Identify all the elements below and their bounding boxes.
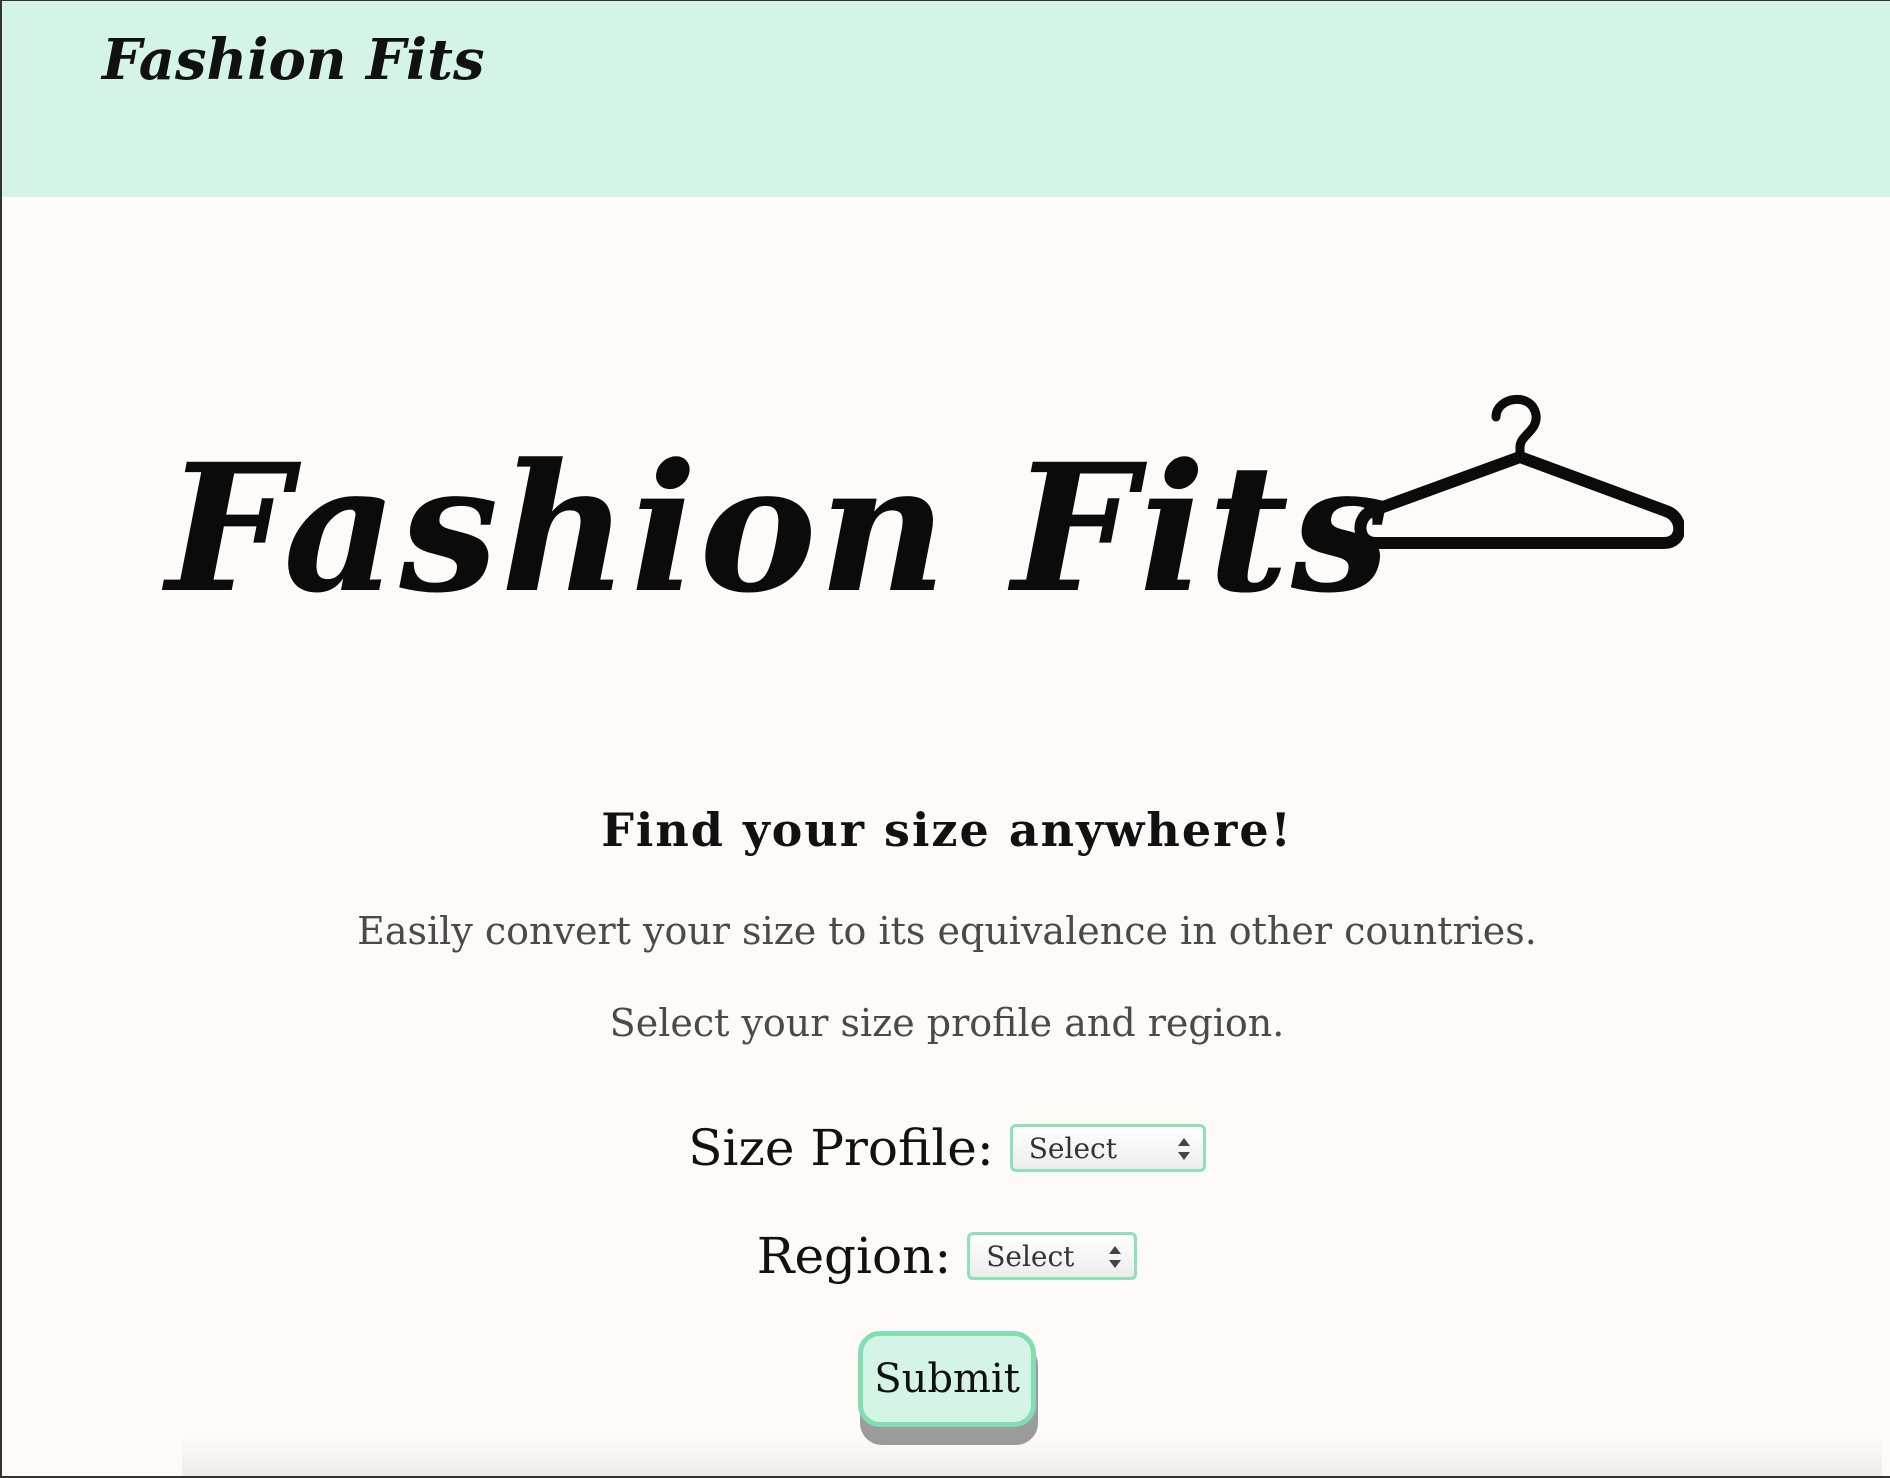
submit-button[interactable]: Submit — [858, 1331, 1036, 1427]
tagline: Find your size anywhere! — [601, 803, 1293, 857]
hanger-icon — [1354, 394, 1684, 549]
region-row: Region: Select — [2, 1227, 1890, 1285]
navbar-brand[interactable]: Fashion Fits — [102, 27, 484, 93]
select-arrows-icon — [1109, 1246, 1122, 1268]
size-profile-label: Size Profile: — [688, 1119, 994, 1177]
description-select: Select your size profile and region. — [609, 1001, 1285, 1045]
top-navbar: Fashion Fits — [2, 1, 1890, 197]
size-profile-row: Size Profile: Select — [2, 1119, 1890, 1177]
region-label: Region: — [756, 1227, 952, 1285]
size-profile-select[interactable]: Select — [1009, 1124, 1206, 1172]
description-convert: Easily convert your size to its equivale… — [357, 909, 1537, 953]
region-select[interactable]: Select — [967, 1232, 1138, 1280]
bottom-shadow — [182, 1437, 1882, 1477]
size-profile-selected-value: Select — [1028, 1131, 1117, 1165]
hero-title: Fashion Fits — [166, 425, 1393, 632]
region-selected-value: Select — [986, 1239, 1075, 1273]
select-arrows-icon — [1177, 1138, 1190, 1160]
submit-area: Submit — [858, 1331, 1038, 1445]
